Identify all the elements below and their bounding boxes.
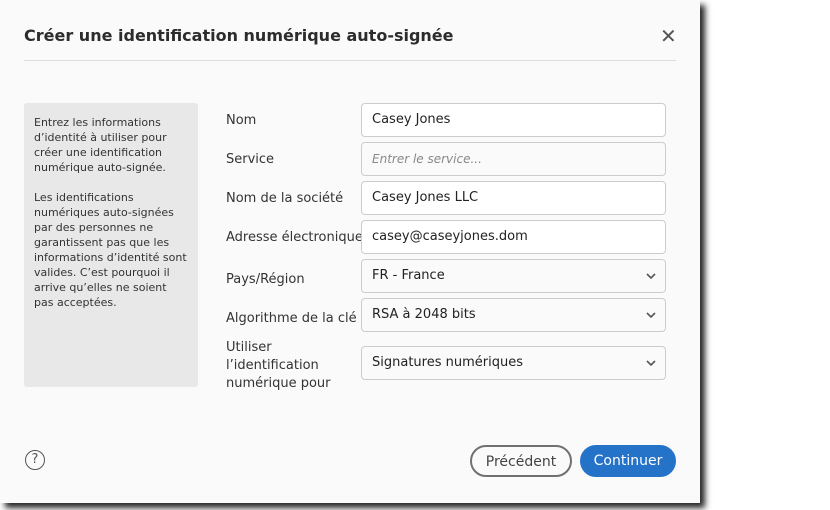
usage-select[interactable]: Signatures numériques bbox=[361, 346, 666, 380]
email-input[interactable]: casey@caseyjones.dom bbox=[361, 220, 666, 254]
previous-button[interactable]: Précédent bbox=[470, 445, 572, 477]
country-label: Pays/Région bbox=[226, 272, 305, 287]
country-value: FR - France bbox=[372, 268, 445, 283]
country-select[interactable]: FR - France bbox=[361, 259, 666, 293]
divider bbox=[24, 60, 676, 61]
close-icon[interactable]: ✕ bbox=[660, 24, 677, 48]
company-input[interactable]: Casey Jones LLC bbox=[361, 181, 666, 215]
info-text: Entrez les informations d’identité à uti… bbox=[34, 116, 167, 174]
info-text: Les identifications numériques auto-sign… bbox=[34, 191, 187, 309]
info-panel: Entrez les informations d’identité à uti… bbox=[24, 103, 198, 387]
algo-value: RSA à 2048 bits bbox=[372, 307, 476, 322]
dialog-title: Créer une identification numérique auto-… bbox=[24, 26, 454, 45]
dialog: Créer une identification numérique auto-… bbox=[0, 0, 700, 503]
email-label: Adresse électronique bbox=[226, 230, 363, 245]
algo-label: Algorithme de la clé bbox=[226, 311, 357, 326]
company-label: Nom de la société bbox=[226, 191, 344, 206]
service-input[interactable]: Entrer le service... bbox=[361, 142, 666, 176]
name-input[interactable]: Casey Jones bbox=[361, 103, 666, 137]
chevron-down-icon bbox=[645, 347, 657, 392]
usage-value: Signatures numériques bbox=[372, 355, 523, 370]
continue-button[interactable]: Continuer bbox=[580, 445, 676, 477]
service-label: Service bbox=[226, 152, 275, 167]
name-label: Nom bbox=[226, 113, 257, 128]
chevron-down-icon bbox=[645, 299, 657, 344]
help-icon[interactable]: ? bbox=[25, 450, 45, 470]
usage-label: Utiliser l’identification numérique pour bbox=[226, 340, 331, 391]
algo-select[interactable]: RSA à 2048 bits bbox=[361, 298, 666, 332]
